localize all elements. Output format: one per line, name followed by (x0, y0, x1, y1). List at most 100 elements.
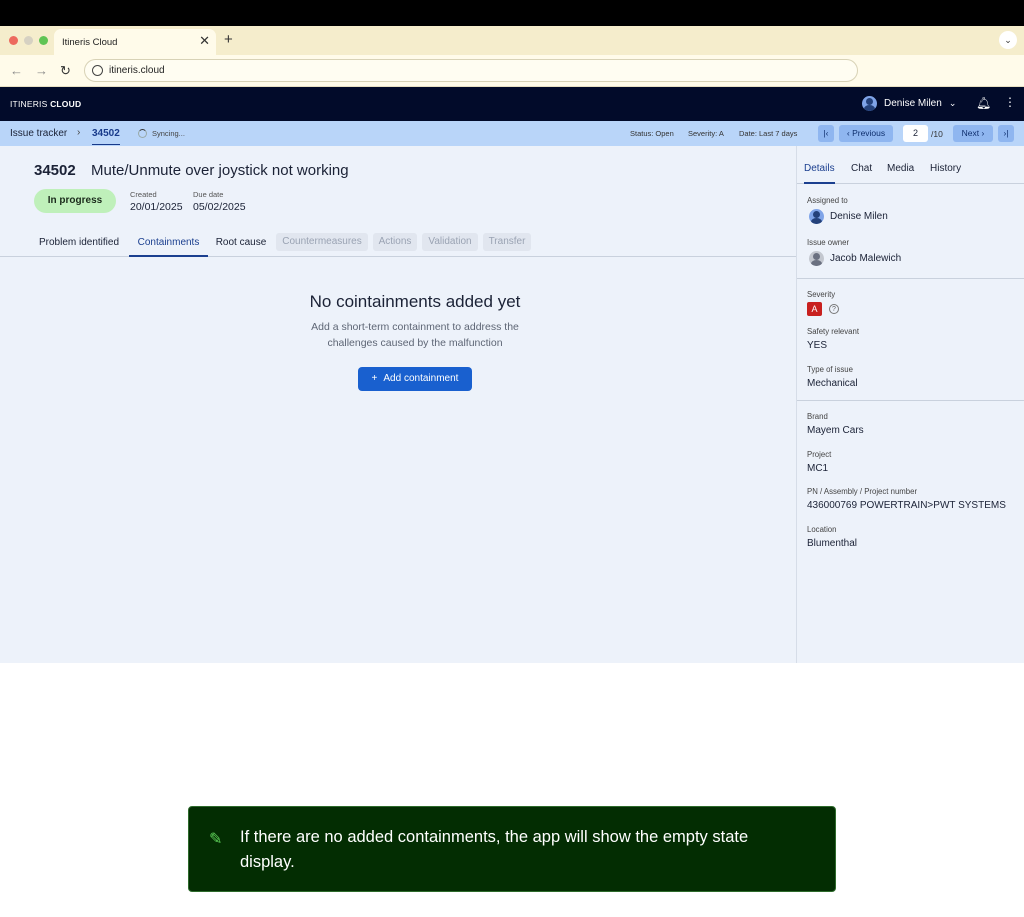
breadcrumb-root[interactable]: Issue tracker (10, 128, 67, 139)
brand-light: ITINERIS (10, 99, 48, 109)
breadcrumb-bar: Issue tracker › 34502 Syncing... Status:… (0, 121, 1024, 146)
maximize-window-button[interactable] (39, 36, 48, 45)
chevron-down-icon: ⌄ (948, 98, 957, 108)
avatar (809, 209, 824, 224)
owner-person[interactable]: Jacob Malewich (809, 251, 901, 266)
type-label: Type of issue (807, 365, 853, 374)
divider (797, 278, 1024, 279)
pn-label: PN / Assembly / Project number (807, 487, 918, 496)
tab-details[interactable]: Details (804, 163, 835, 184)
tab-actions: Actions (373, 233, 417, 251)
browser-tab-title: Itineris Cloud (62, 37, 118, 48)
screen-top-bar (0, 0, 1024, 26)
location-label: Location (807, 525, 837, 534)
reload-icon[interactable]: ↻ (60, 63, 71, 79)
close-icon[interactable]: ✕ (199, 33, 210, 49)
filter-severity[interactable]: Severity: A (688, 129, 724, 138)
next-button[interactable]: Next › (953, 125, 993, 142)
main-panel: 34502 Mute/Unmute over joystick not work… (0, 146, 796, 663)
pencil-icon: ✎ (209, 831, 223, 848)
safety-value: YES (807, 340, 828, 351)
add-containment-button[interactable]: + Add containment (358, 367, 472, 391)
back-arrow-icon[interactable]: ← (10, 63, 23, 78)
assigned-person[interactable]: Denise Milen (809, 209, 888, 224)
next-label: Next (961, 128, 980, 138)
previous-button[interactable]: ‹ Previous (839, 125, 893, 142)
url-text: itineris.cloud (109, 65, 165, 76)
created-date: 20/01/2025 (130, 201, 183, 213)
severity-label: Severity (807, 290, 836, 299)
divider (797, 400, 1024, 401)
brand-bold: CLOUD (50, 99, 82, 109)
location-value: Blumenthal (807, 538, 858, 549)
browser-tab[interactable]: Itineris Cloud ✕ (54, 29, 216, 55)
owner-name: Jacob Malewich (830, 253, 902, 264)
previous-label: Previous (852, 128, 886, 138)
due-date: 05/02/2025 (193, 201, 246, 213)
project-value: MC1 (807, 463, 829, 474)
tab-transfer: Transfer (483, 233, 531, 251)
user-menu[interactable]: Denise Milen ⌄ (862, 96, 956, 111)
breadcrumb-current[interactable]: 34502 (92, 128, 120, 145)
details-sidebar: Details Chat Media History Assigned to D… (796, 146, 1024, 663)
status-badge[interactable]: In progress (34, 189, 116, 213)
owner-label: Issue owner (807, 238, 850, 247)
pn-value: 436000769 POWERTRAIN>PWT SYSTEMS (807, 500, 1006, 511)
address-bar: ← → ↻ itineris.cloud (0, 55, 1024, 87)
annotation-text: If there are no added containments, the … (240, 828, 749, 871)
page-title: Mute/Unmute over joystick not working (91, 162, 349, 179)
window-controls (9, 36, 48, 45)
new-tab-button[interactable]: + (224, 31, 233, 48)
url-field[interactable]: itineris.cloud (84, 59, 858, 82)
brand-value: Mayem Cars (807, 425, 864, 436)
assigned-name: Denise Milen (830, 211, 888, 222)
empty-state-title: No cointainments added yet (309, 292, 521, 311)
help-icon[interactable]: ? (829, 304, 839, 314)
brand-label: Brand (807, 412, 828, 421)
site-info-icon[interactable] (92, 65, 103, 76)
sync-status: Syncing... (138, 129, 185, 138)
first-page-icon[interactable]: |‹ (818, 125, 834, 142)
project-label: Project (807, 450, 832, 459)
tab-containments[interactable]: Containments (129, 232, 208, 257)
last-page-icon[interactable]: ›| (998, 125, 1014, 142)
page-total: /10 (931, 129, 943, 139)
app-header: ITINERIS CLOUD Denise Milen ⌄ 🔔︎ ⋮ (0, 87, 1024, 121)
assigned-label: Assigned to (807, 196, 848, 205)
tab-root-cause[interactable]: Root cause (212, 232, 270, 257)
minimize-window-button[interactable] (24, 36, 33, 45)
type-value: Mechanical (807, 378, 858, 389)
process-tabs: Problem identified Containments Root cau… (0, 232, 796, 257)
tab-chat[interactable]: Chat (851, 163, 872, 184)
close-window-button[interactable] (9, 36, 18, 45)
plus-icon: + (371, 373, 378, 384)
avatar (809, 251, 824, 266)
tab-history[interactable]: History (930, 163, 961, 184)
more-vertical-icon[interactable]: ⋮ (1004, 95, 1016, 109)
page-number-input[interactable]: 2 (903, 125, 928, 142)
add-containment-label: Add containment (383, 373, 459, 384)
annotation-note: ✎ If there are no added containments, th… (188, 806, 836, 892)
tab-validation: Validation (422, 233, 478, 251)
user-name: Denise Milen (884, 98, 942, 109)
filter-date[interactable]: Date: Last 7 days (739, 129, 797, 138)
sync-text: Syncing... (152, 129, 185, 138)
created-label: Created (130, 190, 157, 199)
issue-id: 34502 (34, 162, 76, 179)
due-label: Due date (193, 190, 224, 199)
sidebar-tabs: Details Chat Media History (797, 159, 1024, 184)
filter-status[interactable]: Status: Open (630, 129, 674, 138)
spinner-icon (138, 129, 147, 138)
empty-state-description: Add a short-term containment to address … (311, 321, 519, 349)
forward-arrow-icon[interactable]: → (35, 63, 48, 78)
app-logo[interactable]: ITINERIS CLOUD (10, 99, 81, 109)
bell-icon[interactable]: 🔔︎ (976, 96, 991, 110)
avatar (862, 96, 877, 111)
chevron-right-icon: › (77, 127, 81, 138)
chevron-down-icon[interactable]: ⌄ (999, 31, 1017, 49)
tab-media[interactable]: Media (887, 163, 914, 184)
tab-countermeasures: Countermeasures (276, 233, 368, 251)
severity-badge: A (807, 302, 822, 316)
tab-problem-identified[interactable]: Problem identified (34, 232, 124, 257)
safety-label: Safety relevant (807, 327, 860, 336)
